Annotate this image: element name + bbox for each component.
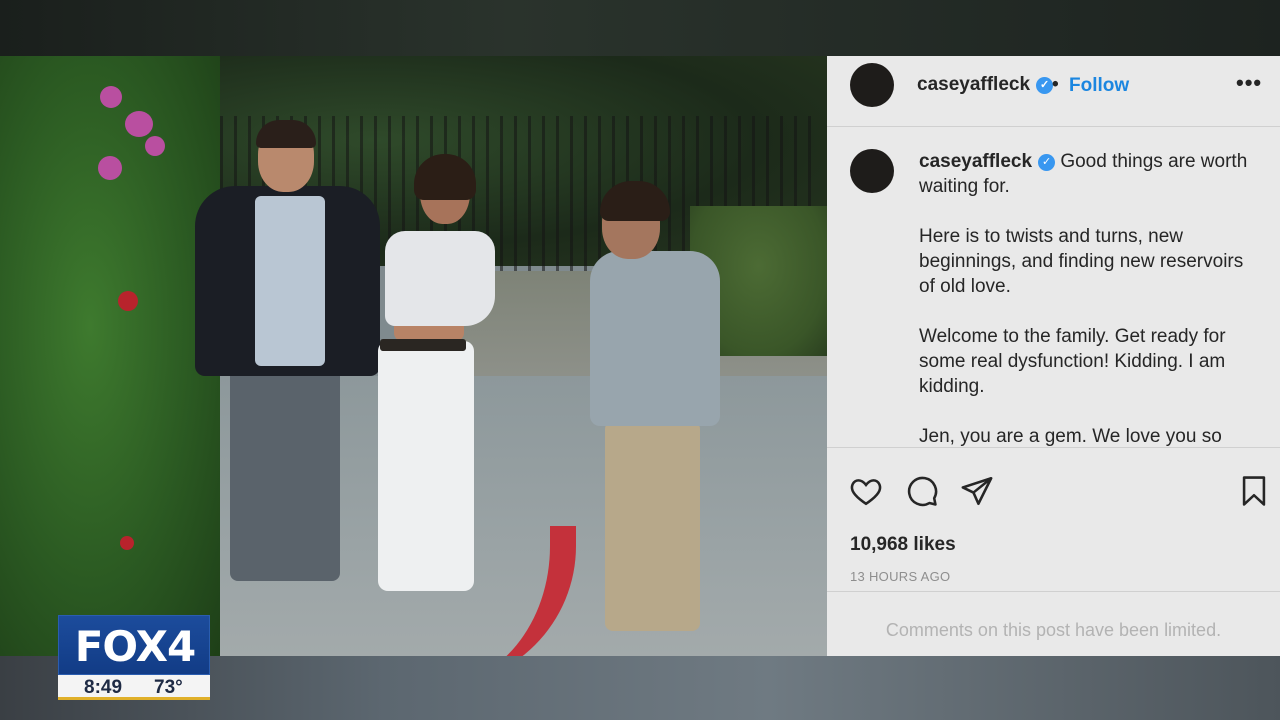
flower — [98, 156, 122, 180]
broadcast-top-band — [0, 0, 1280, 56]
man-left-pants — [230, 361, 340, 581]
bookmark-icon[interactable] — [1237, 474, 1271, 508]
man-left-hair — [256, 120, 316, 148]
flower — [120, 536, 134, 550]
man-right-shirt — [590, 251, 720, 426]
more-options-icon[interactable]: ••• — [1236, 70, 1262, 96]
man-left-shirt — [255, 196, 325, 366]
separator-dot: • — [1052, 74, 1059, 95]
caption: caseyaffleck ✓ Good things are worth wait… — [919, 149, 1259, 447]
flower — [100, 86, 122, 108]
fox4-logo-box: FOX4 — [58, 615, 210, 675]
caption-paragraph: Jen, you are a gem. We love you so — [919, 426, 1222, 447]
caption-area[interactable]: caseyaffleck ✓ Good things are worth wait… — [827, 127, 1280, 447]
broadcast-temperature: 73° — [154, 677, 183, 698]
avatar[interactable] — [850, 149, 894, 193]
caption-paragraph: Here is to twists and turns, new beginni… — [919, 226, 1244, 297]
woman-pants — [378, 341, 474, 591]
comment-bubble-icon[interactable] — [905, 474, 939, 508]
avatar[interactable] — [850, 63, 894, 107]
flower — [125, 111, 153, 137]
caption-username[interactable]: caseyaffleck — [919, 151, 1032, 172]
flower — [145, 136, 165, 156]
comments-limited-text: Comments on this post have been limited. — [885, 620, 1222, 640]
verified-badge-icon: ✓ — [1038, 154, 1056, 171]
header-username[interactable]: caseyaffleck ✓ — [917, 74, 1054, 96]
instagram-post-panel: caseyaffleck ✓ • Follow ••• caseyaffleck ✓… — [827, 56, 1280, 656]
follow-button[interactable]: Follow — [1069, 75, 1129, 97]
woman-belt — [380, 339, 466, 351]
flowering-bush — [0, 56, 220, 656]
caption-paragraph: Welcome to the family. Get ready for som… — [919, 326, 1226, 397]
time-temp-bar: 8:49 73° — [58, 675, 210, 700]
likes-count[interactable]: 10,968 likes — [850, 534, 956, 556]
paper-plane-icon[interactable] — [960, 474, 994, 508]
post-header: caseyaffleck ✓ • Follow ••• — [827, 56, 1280, 127]
heart-icon[interactable] — [849, 474, 883, 508]
woman-top — [385, 231, 495, 326]
verified-badge-icon: ✓ — [1036, 77, 1054, 94]
post-timestamp[interactable]: 13 HOURS AGO — [850, 569, 950, 584]
man-right-pants — [605, 421, 700, 631]
fox4-logo: FOX4 — [74, 622, 197, 671]
flower — [118, 291, 138, 311]
post-photo — [0, 56, 827, 656]
station-bug: FOX4 8:49 73° — [58, 615, 210, 700]
comments-limited-notice: Comments on this post have been limited. — [827, 591, 1280, 656]
broadcast-time: 8:49 — [84, 677, 123, 698]
username-text[interactable]: caseyaffleck — [917, 74, 1030, 95]
